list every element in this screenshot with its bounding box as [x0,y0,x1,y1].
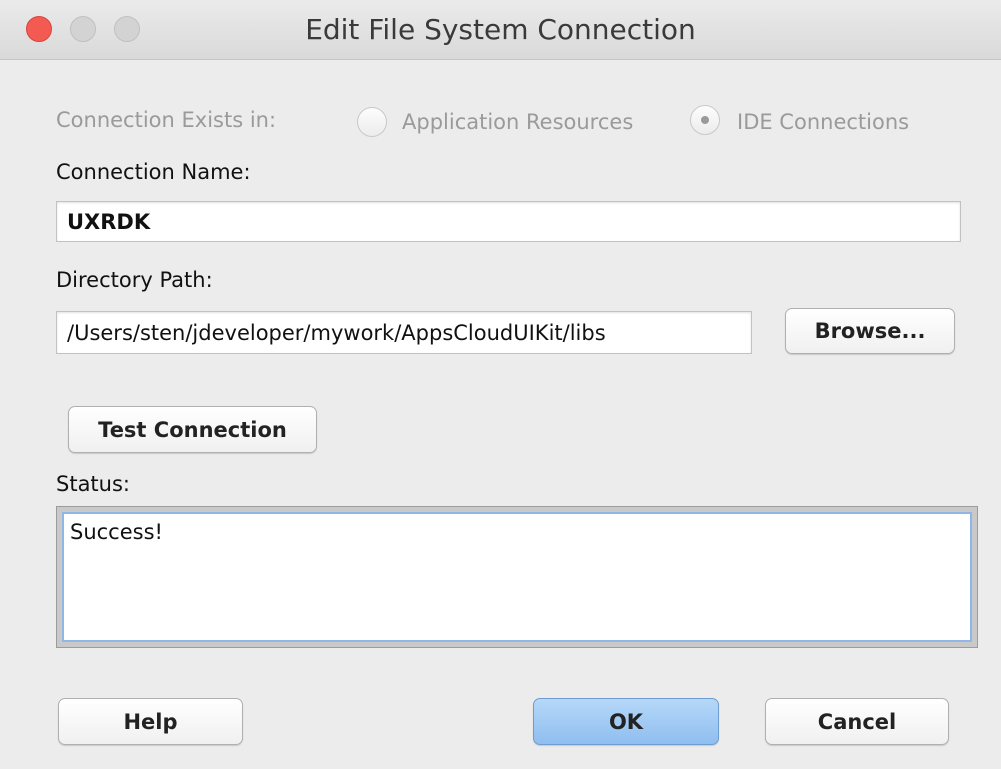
title-bar[interactable]: Edit File System Connection [0,0,1001,60]
help-button[interactable]: Help [58,698,243,745]
test-connection-button[interactable]: Test Connection [68,406,317,453]
directory-path-label: Directory Path: [56,268,213,292]
status-label: Status: [56,472,130,496]
application-resources-radio[interactable] [357,107,387,137]
connection-name-label: Connection Name: [56,160,251,184]
browse-button[interactable]: Browse... [785,308,955,354]
application-resources-label: Application Resources [402,110,634,134]
ide-connections-radio[interactable] [690,105,720,135]
ide-connections-label: IDE Connections [737,110,910,134]
cancel-button[interactable]: Cancel [765,698,949,745]
status-textarea[interactable]: Success! [62,512,972,642]
ok-button[interactable]: OK [533,698,719,745]
status-area: Success! [56,506,978,648]
connection-name-input[interactable]: UXRDK [56,201,961,242]
dialog-window: Edit File System Connection Connection E… [0,0,1001,769]
connection-exists-label: Connection Exists in: [56,108,277,132]
radio-selected-dot [701,116,709,124]
window-title: Edit File System Connection [305,13,696,46]
directory-path-input[interactable]: /Users/sten/jdeveloper/mywork/AppsCloudU… [56,311,752,354]
